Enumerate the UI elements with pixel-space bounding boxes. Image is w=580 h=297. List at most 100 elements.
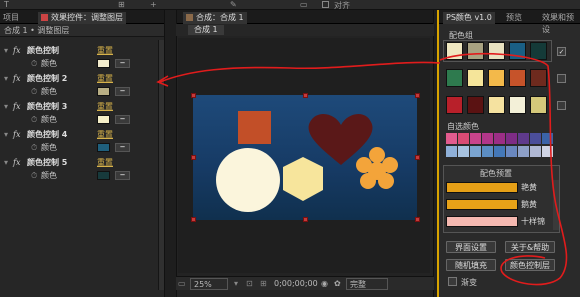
ui-settings-button[interactable]: 界面设置 xyxy=(446,241,496,253)
fx-icon[interactable]: fx xyxy=(13,100,20,113)
preset-color-bar[interactable] xyxy=(446,216,518,227)
reset-link[interactable]: 重置 xyxy=(97,156,113,169)
reset-link[interactable]: 重置 xyxy=(97,128,113,141)
fx-icon[interactable]: fx xyxy=(13,128,20,141)
color-chip[interactable] xyxy=(97,59,110,68)
palette-swatch[interactable] xyxy=(488,42,505,60)
timecode[interactable]: 0;00;00;00 xyxy=(274,278,318,290)
palette-swatch[interactable] xyxy=(446,69,463,87)
custom-color-cell[interactable] xyxy=(458,146,469,157)
palette-swatch[interactable] xyxy=(467,69,484,87)
fx-icon[interactable]: fx xyxy=(13,44,20,57)
preset-item[interactable]: 鹅黄 xyxy=(446,199,556,211)
tool-shape-icon[interactable]: ▭ xyxy=(300,0,308,9)
reset-link[interactable]: 重置 xyxy=(97,44,113,57)
custom-color-cell[interactable] xyxy=(446,146,457,157)
hexagon-shape[interactable] xyxy=(283,157,323,201)
stopwatch-icon[interactable]: ⏱ xyxy=(31,57,37,70)
stopwatch-icon[interactable]: ⏱ xyxy=(31,141,37,154)
eyedropper-icon[interactable]: ━ xyxy=(115,87,130,96)
effect-row[interactable]: ▾ fx 颜色控制 3 重置 xyxy=(0,100,165,113)
palette-swatch[interactable] xyxy=(530,96,547,114)
tab-preview[interactable]: 预览 xyxy=(503,12,525,24)
palette-swatch[interactable] xyxy=(530,42,547,60)
resolution-icon[interactable]: ▾ xyxy=(234,278,238,290)
effect-row[interactable]: ▾ fx 颜色控制 4 重置 xyxy=(0,128,165,141)
channel-icon[interactable]: ✿ xyxy=(334,278,341,290)
stopwatch-icon[interactable]: ⏱ xyxy=(31,85,37,98)
palette-swatch[interactable] xyxy=(509,96,526,114)
eyedropper-icon[interactable]: ━ xyxy=(115,171,130,180)
tab-effects-presets[interactable]: 效果和预设 xyxy=(539,12,580,34)
color-chip[interactable] xyxy=(97,171,110,180)
effect-row[interactable]: ▾ fx 颜色控制 2 重置 xyxy=(0,72,165,85)
fx-icon[interactable]: fx xyxy=(13,156,20,169)
custom-color-cell[interactable] xyxy=(506,133,517,144)
custom-color-cell[interactable] xyxy=(494,133,505,144)
snapshot-icon[interactable]: ◉ xyxy=(321,278,328,290)
custom-color-cell[interactable] xyxy=(506,146,517,157)
custom-color-cell[interactable] xyxy=(494,146,505,157)
selection-handle[interactable] xyxy=(415,93,420,98)
tab-ps-color[interactable]: PS颜色 v1.0 xyxy=(443,12,495,24)
palette-swatch[interactable] xyxy=(467,42,484,60)
gradient-checkbox[interactable] xyxy=(448,277,457,286)
comp-subtab[interactable]: 合成 1 xyxy=(188,25,224,35)
expand-triangle-icon[interactable]: ▾ xyxy=(4,128,8,141)
palette-checkbox[interactable] xyxy=(557,74,566,83)
always-preview-icon[interactable]: ▭ xyxy=(178,278,186,290)
region-icon[interactable]: ⊡ xyxy=(246,278,253,290)
quality-select[interactable]: 完整 xyxy=(346,278,388,290)
preset-item[interactable]: 艳黄 xyxy=(446,182,556,194)
selection-handle[interactable] xyxy=(191,93,196,98)
custom-color-cell[interactable] xyxy=(518,133,529,144)
effect-row[interactable]: ▾ fx 颜色控制 5 重置 xyxy=(0,156,165,169)
palette-swatch[interactable] xyxy=(530,69,547,87)
reset-link[interactable]: 重置 xyxy=(97,100,113,113)
custom-color-cell[interactable] xyxy=(542,133,553,144)
circle-shape[interactable] xyxy=(216,148,280,212)
eyedropper-icon[interactable]: ━ xyxy=(115,115,130,124)
selection-handle[interactable] xyxy=(191,217,196,222)
custom-color-cell[interactable] xyxy=(446,133,457,144)
tool-anchor-icon[interactable]: + xyxy=(150,0,157,9)
eyedropper-icon[interactable]: ━ xyxy=(115,143,130,152)
selection-handle[interactable] xyxy=(415,217,420,222)
custom-color-cell[interactable] xyxy=(458,133,469,144)
flower-shape[interactable] xyxy=(356,147,398,189)
color-chip[interactable] xyxy=(97,115,110,124)
custom-color-cell[interactable] xyxy=(470,133,481,144)
random-fill-button[interactable]: 随机填充 xyxy=(446,259,496,271)
stopwatch-icon[interactable]: ⏱ xyxy=(31,169,37,182)
preset-scrollbar[interactable] xyxy=(553,180,559,230)
preset-color-bar[interactable] xyxy=(446,199,518,210)
custom-color-cell[interactable] xyxy=(482,146,493,157)
color-chip[interactable] xyxy=(97,143,110,152)
preset-color-bar[interactable] xyxy=(446,182,518,193)
stopwatch-icon[interactable]: ⏱ xyxy=(31,113,37,126)
tool-text-icon[interactable]: T xyxy=(4,0,9,9)
comp-canvas[interactable] xyxy=(193,95,417,220)
custom-color-cell[interactable] xyxy=(530,133,541,144)
selection-handle[interactable] xyxy=(191,155,196,160)
effect-row[interactable]: ▾ fx 颜色控制 重置 xyxy=(0,44,165,57)
tab-project[interactable]: 项目 xyxy=(0,12,22,24)
expand-triangle-icon[interactable]: ▾ xyxy=(4,72,8,85)
selection-handle[interactable] xyxy=(303,93,308,98)
tool-pen-icon[interactable]: ✎ xyxy=(230,0,237,9)
custom-color-cell[interactable] xyxy=(530,146,541,157)
custom-color-cell[interactable] xyxy=(470,146,481,157)
custom-color-cell[interactable] xyxy=(542,146,553,157)
palette-swatch[interactable] xyxy=(488,96,505,114)
square-shape[interactable] xyxy=(238,111,271,144)
grid-icon[interactable]: ⊞ xyxy=(260,278,267,290)
zoom-select[interactable]: 25% xyxy=(190,278,228,290)
palette-swatch[interactable] xyxy=(509,42,526,60)
palette-checkbox[interactable]: ✓ xyxy=(557,47,566,56)
color-chip[interactable] xyxy=(97,87,110,96)
reset-link[interactable]: 重置 xyxy=(97,72,113,85)
palette-swatch[interactable] xyxy=(488,69,505,87)
custom-color-cell[interactable] xyxy=(518,146,529,157)
selection-handle[interactable] xyxy=(303,217,308,222)
palette-swatch[interactable] xyxy=(446,42,463,60)
